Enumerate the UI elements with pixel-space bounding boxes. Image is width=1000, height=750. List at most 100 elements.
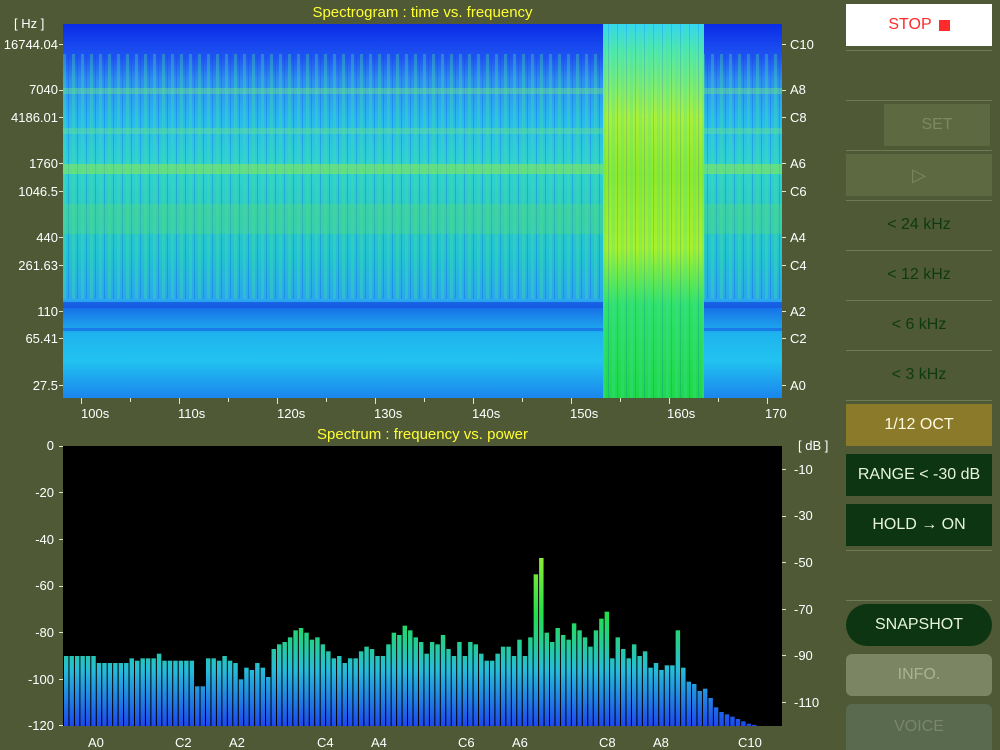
spectrum-bar [260, 667, 266, 726]
spectrum-bar [397, 635, 402, 726]
spectrum-bar [167, 660, 173, 726]
range-3khz-button[interactable]: < 3 kHz [846, 354, 992, 396]
range-12khz-button[interactable]: < 12 kHz [846, 254, 992, 296]
db-range-label: RANGE < -30 dB [857, 466, 981, 483]
spectrum-bar [315, 637, 320, 726]
info-button[interactable]: INFO. [846, 654, 992, 696]
spectrum-bar [369, 649, 375, 726]
spectrum-bar [429, 642, 435, 726]
spectrum-bar [697, 691, 702, 726]
freq-label: 16744.04 [3, 37, 58, 52]
spectrum-bar [637, 656, 642, 726]
spectrum-y-unit: [ dB ] [798, 438, 829, 453]
spectrum-bar [511, 656, 517, 726]
range-6khz-button[interactable]: < 6 kHz [846, 304, 992, 346]
spectrum-bar [724, 714, 730, 726]
spectrum-bar [719, 712, 724, 726]
freq-label: 27.5 [32, 378, 58, 393]
spectrum-bar [500, 646, 506, 726]
note-tick: A6 [512, 735, 528, 750]
spectrum-view[interactable] [63, 446, 782, 726]
spectrum-bar [528, 637, 533, 726]
hold-button[interactable]: HOLD → ON [846, 504, 992, 546]
spectrum-bar [156, 653, 162, 726]
spectrum-bar [222, 656, 227, 726]
play-button[interactable]: ▷ [846, 154, 992, 196]
spectrum-bar [69, 656, 74, 726]
freq-label: 110 [37, 304, 58, 319]
stop-icon [938, 19, 950, 31]
spectrum-bar [626, 658, 631, 726]
stop-button[interactable]: STOP [846, 4, 992, 46]
spectrum-bar [113, 663, 118, 726]
range-24khz-button[interactable]: < 24 kHz [846, 204, 992, 246]
spectrum-bar [555, 628, 560, 726]
spectrum-bar [216, 660, 222, 726]
spectrum-bar [358, 651, 364, 726]
spectrum-bar [320, 644, 326, 726]
spectrum-bar [195, 686, 200, 726]
octave-button[interactable]: 1/12 OCT [846, 404, 992, 446]
spectrum-bar [276, 644, 282, 726]
note-label: A6 [790, 156, 806, 171]
spectrum-bar [582, 637, 588, 726]
spectrum-bar [304, 632, 309, 726]
spectrogram-view[interactable] [63, 24, 782, 398]
spectrum-bar [506, 646, 511, 726]
set-button[interactable]: SET [884, 104, 990, 146]
spectrum-bar [522, 656, 528, 726]
spectrum-bar [735, 719, 741, 726]
db-label: 0 [46, 438, 54, 453]
freq-label: 261.63 [18, 258, 58, 273]
spectrum-bar [391, 632, 397, 726]
spectrum-bar [752, 724, 757, 726]
spectrum-bar [64, 656, 69, 726]
db-label-right: -10 [794, 462, 813, 477]
spectrum-bar [375, 656, 380, 726]
spectrum-bar [708, 698, 713, 726]
time-label: 100s [81, 406, 110, 421]
db-label-right: -70 [794, 602, 813, 617]
spectrum-title: Spectrum : frequency vs. power [317, 426, 528, 443]
db-label: -80 [35, 625, 54, 640]
spectrum-bar [446, 649, 451, 726]
range-3khz-label: < 3 kHz [891, 366, 947, 383]
spectrum-bar [462, 656, 468, 726]
spectrum-bar [593, 630, 599, 726]
spectrum-bar [615, 637, 621, 726]
spectrum-bar [178, 660, 184, 726]
spectrum-bar [91, 656, 96, 726]
freq-label: 65.41 [25, 331, 58, 346]
db-label: -40 [35, 532, 54, 547]
note-label: C2 [790, 331, 807, 346]
range-24khz-label: < 24 kHz [887, 216, 951, 233]
voice-button[interactable]: VOICE [846, 704, 992, 750]
spectrum-bar [539, 558, 544, 726]
spectrum-bar [713, 707, 719, 726]
spectrum-bar [418, 642, 424, 726]
voice-label: VOICE [894, 718, 944, 735]
note-label: C6 [790, 184, 807, 199]
spectrum-bar [642, 651, 648, 726]
freq-label: 7040 [29, 82, 58, 97]
spectrum-bar [298, 628, 304, 726]
play-icon: ▷ [912, 164, 926, 185]
spectrum-bar [451, 656, 457, 726]
spectrum-bars [64, 558, 757, 726]
db-label-right: -90 [794, 648, 813, 663]
spectrum-bar [244, 667, 249, 726]
note-tick: C4 [317, 735, 334, 750]
info-label: INFO. [897, 666, 941, 683]
spectrum-bar [342, 663, 347, 726]
spectrum-bar [440, 635, 446, 726]
db-label-right: -50 [794, 555, 813, 570]
db-range-button[interactable]: RANGE < -30 dB [846, 454, 992, 496]
time-label: 140s [472, 406, 501, 421]
spectrum-bar [577, 630, 582, 726]
spectrum-bar [134, 660, 140, 726]
snapshot-button[interactable]: SNAPSHOT [846, 604, 992, 646]
time-label: 170 [765, 406, 787, 421]
spectrum-bar [686, 681, 692, 726]
spectrum-bar [326, 651, 331, 726]
note-tick: C2 [175, 735, 192, 750]
